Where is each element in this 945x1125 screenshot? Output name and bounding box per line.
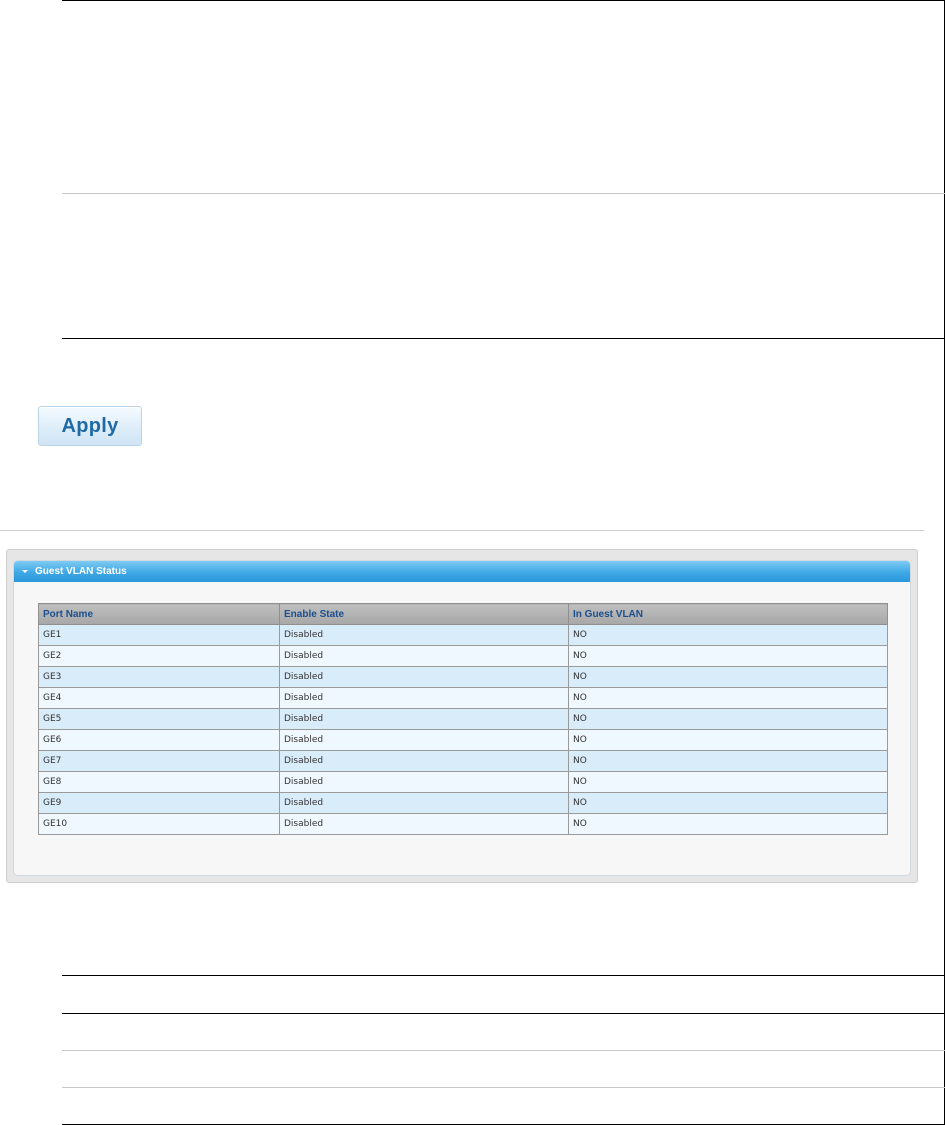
guest-vlan-status-table: Port Name Enable State In Guest VLAN GE1… [38, 603, 888, 835]
port-name-cell: GE8 [38, 771, 280, 793]
section-separator [0, 530, 924, 531]
guest-vlan-status-container: Guest VLAN Status Port Name Enable State… [6, 549, 918, 883]
table-row: GE1 Disabled NO [38, 624, 888, 646]
table-row-divider [62, 193, 945, 194]
port-name-cell: GE2 [38, 645, 280, 667]
enable-state-cell: Disabled [279, 771, 569, 793]
table-row: GE4 Disabled NO [38, 687, 888, 709]
panel-header[interactable]: Guest VLAN Status [14, 561, 910, 582]
table-bottom-rule [62, 338, 945, 339]
table-row: GE10 Disabled NO [38, 813, 888, 835]
in-guest-vlan-cell: NO [568, 666, 888, 688]
table-top-rule [62, 0, 945, 1]
port-name-cell: GE6 [38, 729, 280, 751]
enable-state-cell: Disabled [279, 792, 569, 814]
table-row: GE8 Disabled NO [38, 771, 888, 793]
in-guest-vlan-cell: NO [568, 792, 888, 814]
port-name-cell: GE10 [38, 813, 280, 835]
enable-state-cell: Disabled [279, 666, 569, 688]
table-top-rule [62, 975, 945, 976]
table-row: GE6 Disabled NO [38, 729, 888, 751]
enable-state-cell: Disabled [279, 813, 569, 835]
table-row: GE9 Disabled NO [38, 792, 888, 814]
enable-state-cell: Disabled [279, 645, 569, 667]
enable-state-cell: Disabled [279, 687, 569, 709]
table-row-divider [62, 1050, 945, 1051]
in-guest-vlan-cell: NO [568, 729, 888, 751]
in-guest-vlan-cell: NO [568, 687, 888, 709]
port-name-cell: GE4 [38, 687, 280, 709]
table-row: GE5 Disabled NO [38, 708, 888, 730]
in-guest-vlan-cell: NO [568, 624, 888, 646]
enable-state-cell: Disabled [279, 624, 569, 646]
port-name-cell: GE9 [38, 792, 280, 814]
table-row: GE3 Disabled NO [38, 666, 888, 688]
table-row: GE7 Disabled NO [38, 750, 888, 772]
apply-button[interactable]: Apply [38, 406, 142, 446]
chevron-down-icon[interactable] [22, 570, 28, 573]
enable-state-cell: Disabled [279, 750, 569, 772]
port-name-cell: GE5 [38, 708, 280, 730]
table-header-row: Port Name Enable State In Guest VLAN [38, 603, 888, 625]
in-guest-vlan-cell: NO [568, 750, 888, 772]
panel-title: Guest VLAN Status [35, 566, 127, 577]
port-name-cell: GE1 [38, 624, 280, 646]
table-header-rule [62, 1013, 945, 1014]
table-row: GE2 Disabled NO [38, 645, 888, 667]
port-name-cell: GE3 [38, 666, 280, 688]
port-name-cell: GE7 [38, 750, 280, 772]
in-guest-vlan-cell: NO [568, 771, 888, 793]
in-guest-vlan-cell: NO [568, 645, 888, 667]
column-header-in-guest-vlan: In Guest VLAN [568, 603, 888, 625]
in-guest-vlan-cell: NO [568, 708, 888, 730]
enable-state-cell: Disabled [279, 708, 569, 730]
column-header-port-name: Port Name [38, 603, 280, 625]
column-header-enable-state: Enable State [279, 603, 569, 625]
in-guest-vlan-cell: NO [568, 813, 888, 835]
guest-vlan-status-panel: Guest VLAN Status Port Name Enable State… [13, 560, 911, 876]
table-row-divider [62, 1087, 945, 1088]
enable-state-cell: Disabled [279, 729, 569, 751]
